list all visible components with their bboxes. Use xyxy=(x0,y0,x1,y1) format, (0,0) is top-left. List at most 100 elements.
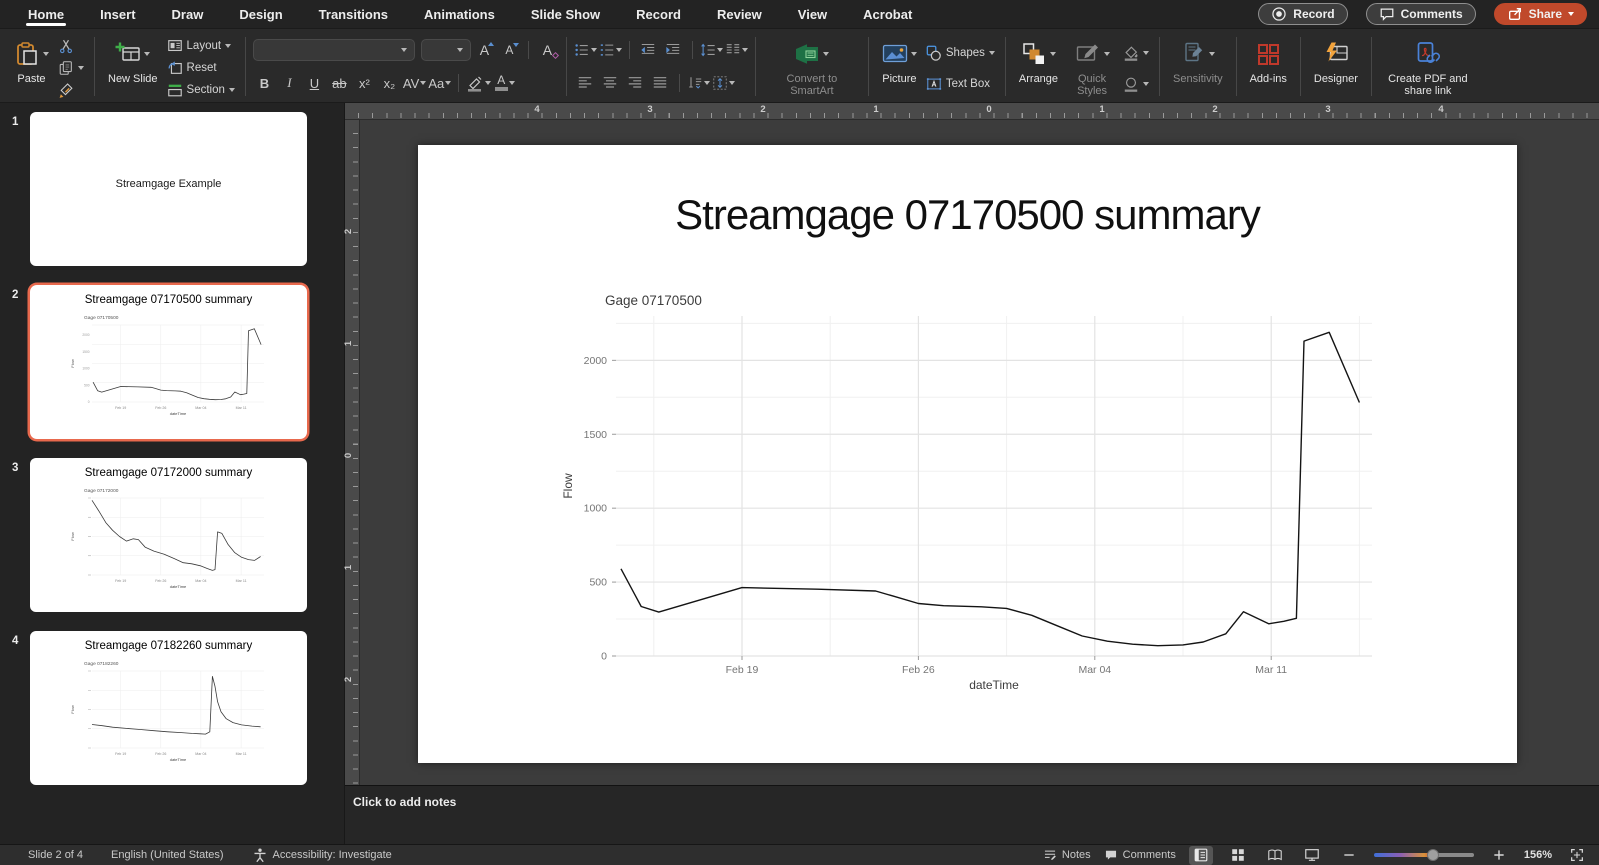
increase-indent-button[interactable] xyxy=(662,39,685,61)
align-right-button[interactable] xyxy=(624,72,647,94)
language-selector[interactable]: English (United States) xyxy=(111,849,224,861)
flow-line-chart[interactable]: Feb 19Feb 26Mar 04Mar 110500100015002000… xyxy=(558,293,1418,693)
align-text-button[interactable] xyxy=(712,72,735,94)
reading-view-button[interactable] xyxy=(1263,846,1287,865)
fit-window-icon xyxy=(1569,847,1585,863)
italic-button[interactable]: I xyxy=(278,72,301,94)
sensitivity-icon xyxy=(1180,41,1206,67)
increase-indent-icon xyxy=(665,42,681,58)
slide-thumbnail-4[interactable]: Streamgage 07182260 summaryGage 07182260… xyxy=(30,631,307,785)
quick-styles-icon xyxy=(1075,41,1101,67)
svg-text:Mar 04: Mar 04 xyxy=(1078,664,1111,676)
decrease-indent-button[interactable] xyxy=(637,39,660,61)
justify-button[interactable] xyxy=(649,72,672,94)
slide-thumbnail-3[interactable]: Streamgage 07172000 summaryGage 07172000… xyxy=(30,458,307,612)
clear-formatting-button[interactable]: A xyxy=(536,39,559,61)
slide-sorter-view-button[interactable] xyxy=(1226,846,1250,865)
bullets-button[interactable] xyxy=(574,39,597,61)
font-size-select[interactable] xyxy=(421,39,471,61)
slideshow-view-button[interactable] xyxy=(1300,846,1324,865)
change-case-button[interactable]: Aa xyxy=(428,72,451,94)
tab-view[interactable]: View xyxy=(780,0,845,28)
shape-outline-button[interactable] xyxy=(1120,75,1152,93)
comments-button[interactable]: Comments xyxy=(1366,3,1476,25)
copy-button[interactable] xyxy=(55,59,87,77)
grow-font-button[interactable]: A xyxy=(473,39,496,61)
zoom-slider[interactable] xyxy=(1374,853,1474,857)
line-spacing-button[interactable] xyxy=(700,39,723,61)
tab-insert[interactable]: Insert xyxy=(82,0,153,28)
zoom-out-button[interactable] xyxy=(1337,846,1361,865)
accessibility-status[interactable]: Accessibility: Investigate xyxy=(252,847,392,863)
slides-group: New Slide Layout Reset Section xyxy=(102,33,238,100)
new-slide-button[interactable]: New Slide xyxy=(102,35,164,88)
shape-fill-button[interactable] xyxy=(1120,44,1152,62)
tab-review[interactable]: Review xyxy=(699,0,780,28)
tab-home[interactable]: Home xyxy=(10,0,82,28)
zoom-in-button[interactable] xyxy=(1487,846,1511,865)
shapes-button[interactable]: Shapes xyxy=(923,44,998,62)
text-direction-button[interactable] xyxy=(687,72,710,94)
text-direction-icon xyxy=(687,75,703,91)
comments-toggle-button[interactable]: Comments xyxy=(1104,848,1176,862)
font-color-button[interactable]: A xyxy=(493,72,516,94)
align-text-icon xyxy=(712,75,728,91)
columns-button[interactable] xyxy=(725,39,748,61)
normal-view-button[interactable] xyxy=(1189,846,1213,865)
slide[interactable]: Streamgage 07170500 summary Feb 19Feb 26… xyxy=(418,145,1517,763)
sensitivity-group: Sensitivity xyxy=(1167,33,1229,100)
shrink-font-button[interactable]: A xyxy=(498,39,521,61)
record-button[interactable]: Record xyxy=(1258,3,1347,25)
notes-toggle-button[interactable]: Notes xyxy=(1043,848,1091,862)
bold-button[interactable]: B xyxy=(253,72,276,94)
align-left-button[interactable] xyxy=(574,72,597,94)
superscript-button[interactable]: x² xyxy=(353,72,376,94)
font-name-select[interactable] xyxy=(253,39,415,61)
designer-button[interactable]: Designer xyxy=(1308,35,1364,88)
slide-number: 1 xyxy=(12,116,18,128)
format-painter-button[interactable] xyxy=(55,81,87,99)
slide-title[interactable]: Streamgage 07170500 summary xyxy=(418,191,1517,239)
character-spacing-button[interactable]: AV xyxy=(403,72,426,94)
text-highlight-button[interactable] xyxy=(466,72,491,94)
insert-group: Picture Shapes Text Box xyxy=(876,33,998,100)
reset-button[interactable]: Reset xyxy=(164,59,238,77)
cut-button[interactable] xyxy=(55,37,87,55)
quick-styles-label: Quick Styles xyxy=(1070,73,1114,97)
underline-button[interactable]: U xyxy=(303,72,326,94)
paste-button[interactable]: Paste xyxy=(8,35,55,88)
layout-button[interactable]: Layout xyxy=(164,37,238,55)
sensitivity-button[interactable]: Sensitivity xyxy=(1167,35,1229,88)
tab-transitions[interactable]: Transitions xyxy=(301,0,406,28)
zoom-slider-knob[interactable] xyxy=(1427,849,1439,861)
quick-styles-button[interactable]: Quick Styles xyxy=(1064,35,1120,100)
tab-acrobat[interactable]: Acrobat xyxy=(845,0,930,28)
svg-text:Mar 11: Mar 11 xyxy=(236,752,247,756)
tab-design[interactable]: Design xyxy=(221,0,300,28)
addins-button[interactable]: Add-ins xyxy=(1244,35,1293,88)
create-pdf-button[interactable]: Create PDF and share link xyxy=(1379,35,1477,100)
slide-thumbnail-1[interactable]: Streamgage Example xyxy=(30,112,307,266)
layout-icon xyxy=(167,38,183,54)
tab-draw[interactable]: Draw xyxy=(154,0,222,28)
slide-thumbnail-2[interactable]: Streamgage 07170500 summaryGage 07170500… xyxy=(30,285,307,439)
tab-animations[interactable]: Animations xyxy=(406,0,513,28)
picture-button[interactable]: Picture xyxy=(876,35,923,88)
align-center-button[interactable] xyxy=(599,72,622,94)
numbering-button[interactable] xyxy=(599,39,622,61)
new-slide-icon xyxy=(115,41,141,67)
section-button[interactable]: Section xyxy=(164,81,238,99)
notes-panel[interactable]: Click to add notes xyxy=(345,785,1599,844)
tab-slide-show[interactable]: Slide Show xyxy=(513,0,618,28)
superscript-glyph: x² xyxy=(359,76,370,91)
zoom-level[interactable]: 156% xyxy=(1524,849,1552,861)
strikethrough-button[interactable]: ab xyxy=(328,72,351,94)
arrange-button[interactable]: Arrange xyxy=(1013,35,1064,88)
tab-record[interactable]: Record xyxy=(618,0,699,28)
subscript-button[interactable]: x₂ xyxy=(378,72,401,94)
fit-to-window-button[interactable] xyxy=(1565,846,1589,865)
text-box-button[interactable]: Text Box xyxy=(923,75,998,93)
share-button[interactable]: Share xyxy=(1494,3,1587,25)
ruler-label: 2 xyxy=(1212,104,1217,115)
convert-to-smartart-button[interactable]: Convert to SmartArt xyxy=(763,35,861,100)
